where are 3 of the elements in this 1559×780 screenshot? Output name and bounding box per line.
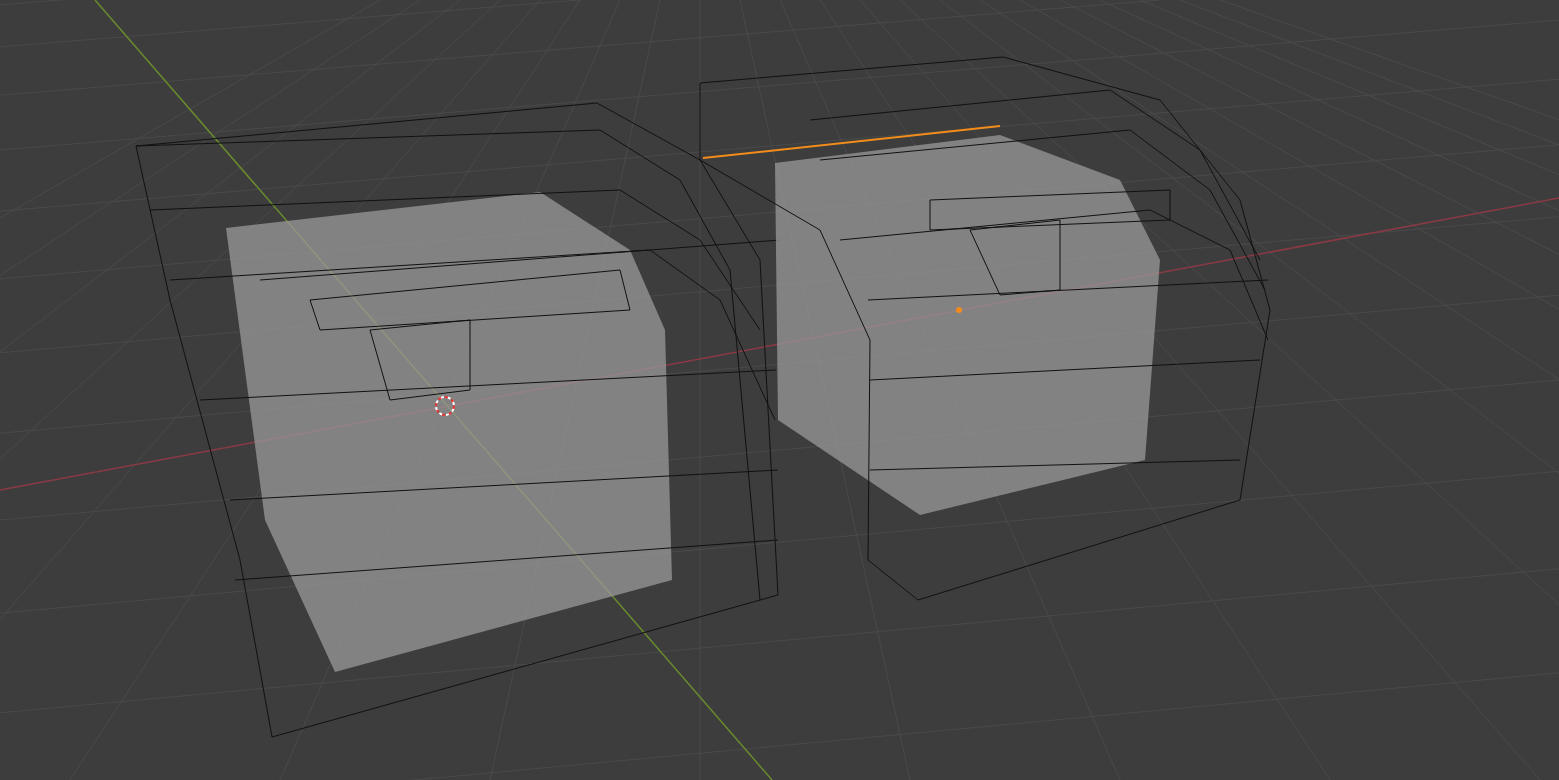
mesh-wireframe-drawing[interactable] [135,102,781,738]
3d-cursor-icon[interactable] [435,396,455,416]
mesh-wireframe-drawing[interactable] [699,56,1271,601]
